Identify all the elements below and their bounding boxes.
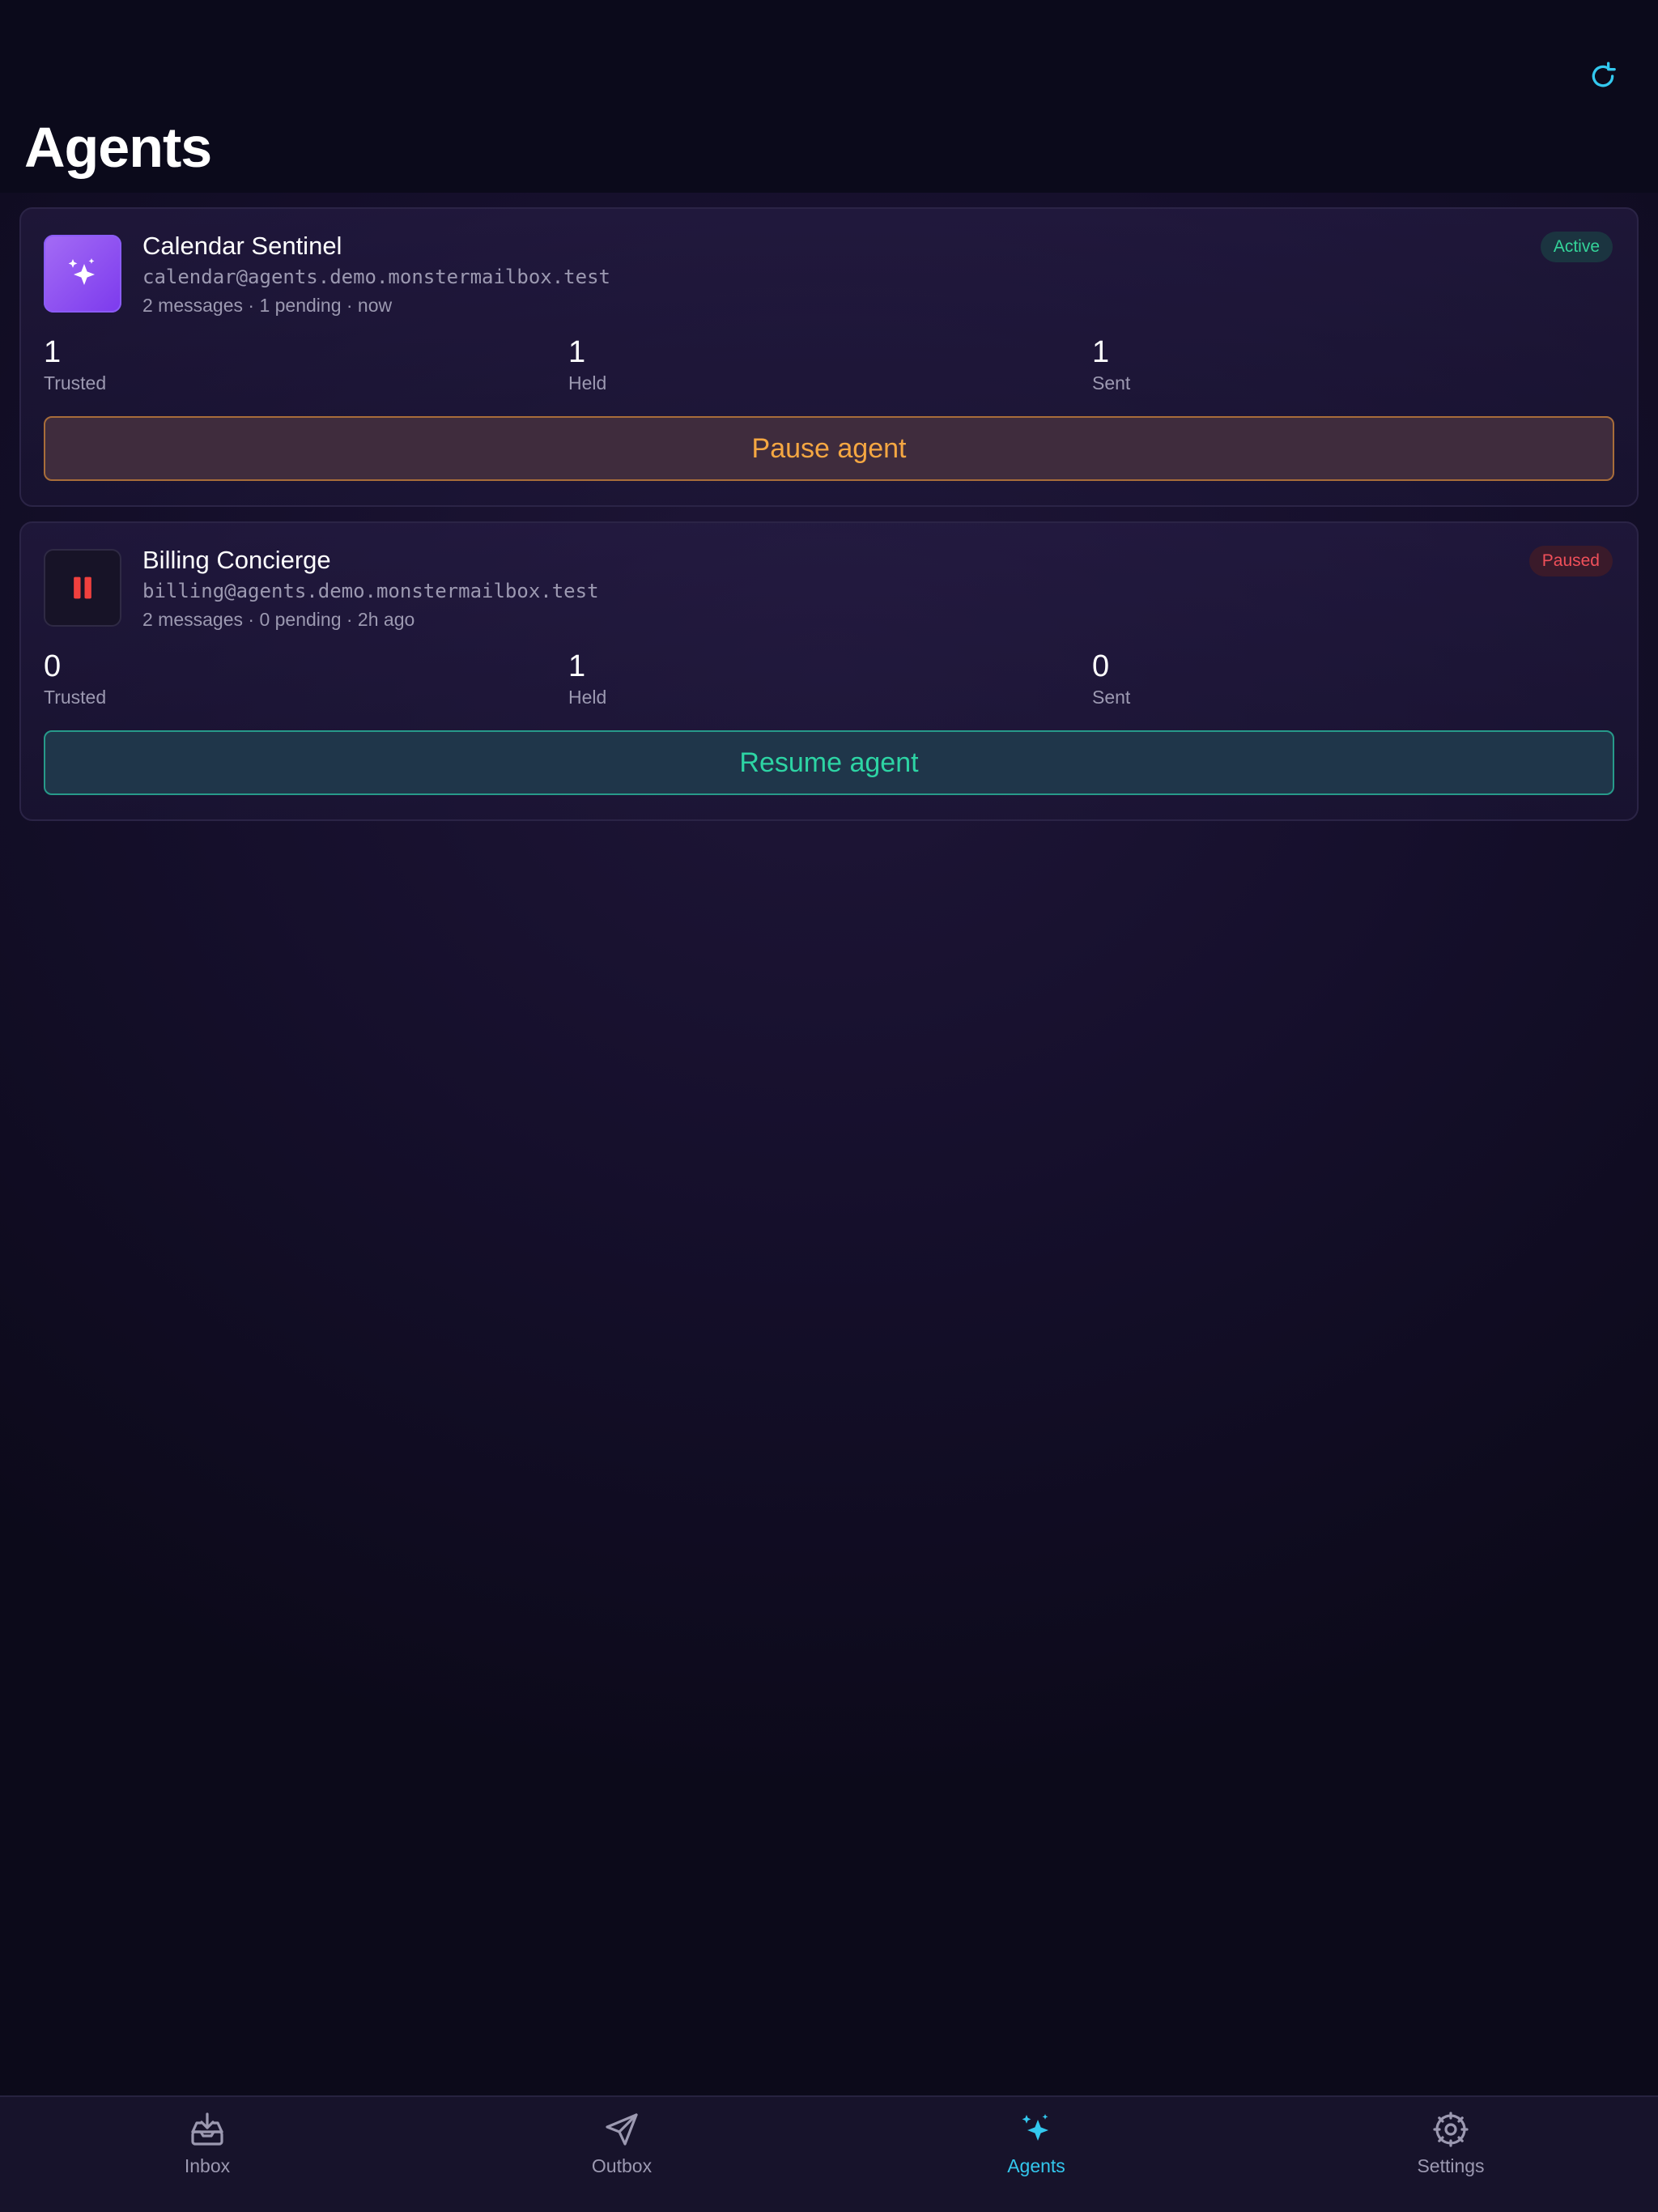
sparkles-icon (1022, 2114, 1048, 2141)
agent-meta: 2 messages · 1 pending · now (142, 295, 393, 316)
status-badge: Paused (1528, 546, 1613, 576)
stat-value: 1 (568, 335, 586, 369)
stat-held: 1 Held (568, 649, 606, 708)
pause-icon (74, 576, 91, 599)
tab-settings[interactable]: Settings (1354, 2110, 1548, 2191)
agent-avatar (44, 549, 121, 627)
tab-label: Settings (1417, 2155, 1485, 2176)
resume-agent-button[interactable]: Resume agent (44, 730, 1614, 795)
refresh-icon (1592, 62, 1616, 87)
stat-label: Held (568, 372, 607, 393)
agent-name: Calendar Sentinel (142, 232, 342, 260)
stat-value: 1 (1092, 335, 1110, 369)
pause-agent-button[interactable]: Pause agent (44, 416, 1614, 481)
tab-label: Agents (1007, 2155, 1065, 2176)
stat-value: 0 (1092, 649, 1110, 683)
stat-label: Sent (1092, 372, 1131, 393)
tab-bar: Inbox Outbox Agents Settings (0, 2095, 1658, 2212)
page-title: Agents (24, 116, 212, 179)
agent-card-billing-concierge[interactable]: Billing Concierge billing@agents.demo.mo… (19, 521, 1639, 821)
gear-icon (1433, 2112, 1469, 2147)
agent-email: billing@agents.demo.monstermailbox.test (142, 580, 599, 602)
stat-sent: 1 Sent (1092, 335, 1130, 394)
agent-email: calendar@agents.demo.monstermailbox.test (142, 266, 610, 288)
stat-label: Trusted (44, 372, 107, 393)
agent-card-calendar-sentinel[interactable]: Calendar Sentinel calendar@agents.demo.m… (19, 207, 1639, 507)
stat-label: Sent (1092, 687, 1131, 708)
stat-sent: 0 Sent (1092, 649, 1130, 708)
refresh-button[interactable] (1585, 58, 1621, 94)
tab-label: Inbox (184, 2155, 231, 2176)
agent-name: Billing Concierge (142, 546, 331, 574)
tab-agents[interactable]: Agents (939, 2110, 1133, 2191)
stat-trusted: 1 Trusted (44, 335, 106, 394)
tab-inbox[interactable]: Inbox (110, 2110, 304, 2191)
send-icon (606, 2113, 638, 2146)
stat-held: 1 Held (568, 335, 606, 394)
top-bar: Agents (0, 0, 1658, 193)
stat-value: 0 (44, 649, 62, 683)
tab-label: Outbox (591, 2155, 653, 2176)
tab-outbox[interactable]: Outbox (525, 2110, 719, 2191)
status-badge: Active (1540, 232, 1613, 262)
stat-trusted: 0 Trusted (44, 649, 106, 708)
stat-label: Trusted (44, 687, 107, 708)
stat-value: 1 (44, 335, 62, 369)
stat-value: 1 (568, 649, 586, 683)
agent-avatar (44, 235, 121, 313)
agent-meta: 2 messages · 0 pending · 2h ago (142, 609, 415, 630)
sparkles-icon (68, 258, 95, 285)
stat-label: Held (568, 687, 607, 708)
inbox-icon (191, 2112, 223, 2146)
